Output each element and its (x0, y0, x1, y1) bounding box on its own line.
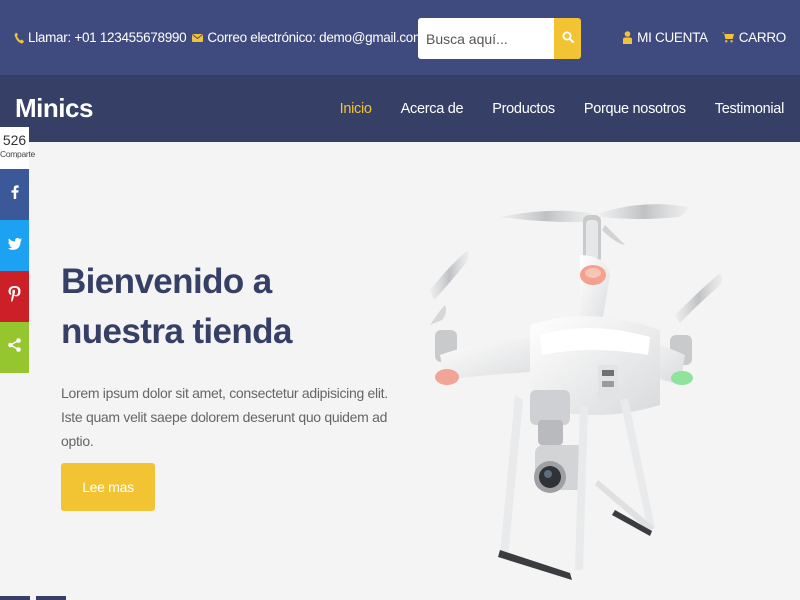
generic-share-button[interactable] (0, 322, 29, 373)
slider-indicators (0, 596, 70, 600)
nav-item-porque-nosotros[interactable]: Porque nosotros (584, 101, 686, 117)
phone-icon (14, 32, 24, 44)
nav-item-testimonial[interactable]: Testimonial (715, 101, 785, 117)
my-account-link[interactable]: MI CUENTA (623, 30, 708, 45)
email-text: Correo electrónico: demo@gmail.com (207, 30, 424, 45)
user-icon (623, 31, 633, 44)
cart-label: CARRO (738, 30, 787, 45)
search-icon (562, 31, 574, 46)
cart-icon (721, 32, 734, 43)
pinterest-share-button[interactable] (0, 271, 29, 322)
top-bar: Llamar: +01 123455678990 Correo electrón… (0, 0, 800, 75)
hero-title: Bienvenido a nuestra tienda (61, 262, 292, 351)
share-counter: 526 Comparte (0, 127, 35, 169)
nav-item-productos[interactable]: Productos (492, 101, 555, 117)
pinterest-icon (8, 286, 21, 307)
drone-image (420, 195, 750, 585)
facebook-icon (11, 185, 19, 204)
phone-text: Llamar: +01 123455678990 (28, 30, 187, 45)
slider-indicator[interactable] (36, 596, 66, 600)
share-count: 526 (2, 132, 27, 148)
twitter-share-button[interactable] (0, 220, 29, 271)
my-account-label: MI CUENTA (637, 30, 708, 45)
email-info[interactable]: Correo electrónico: demo@gmail.com (192, 30, 424, 45)
cart-link[interactable]: CARRO (721, 30, 787, 45)
twitter-icon (7, 237, 22, 255)
hero-description: Lorem ipsum dolor sit amet, consectetur … (61, 385, 388, 449)
search-bar (418, 18, 581, 59)
main-menu: Inicio Acerca de Productos Porque nosotr… (311, 75, 785, 142)
phone-info[interactable]: Llamar: +01 123455678990 (14, 30, 187, 45)
main-navbar: Minics Inicio Acerca de Productos Porque… (0, 75, 800, 142)
facebook-share-button[interactable] (0, 169, 29, 220)
share-icon (8, 338, 21, 357)
contact-info: Llamar: +01 123455678990 Correo electrón… (14, 0, 430, 75)
nav-item-acerca-de[interactable]: Acerca de (401, 101, 464, 117)
share-count-label: Comparte (0, 149, 35, 159)
envelope-icon (192, 33, 204, 43)
share-sidebar: 526 Comparte (0, 127, 35, 373)
search-button[interactable] (554, 18, 581, 59)
nav-item-inicio[interactable]: Inicio (340, 101, 372, 117)
read-more-button[interactable]: Lee mas (61, 463, 155, 511)
search-input[interactable] (418, 18, 554, 59)
slider-indicator[interactable] (0, 596, 30, 600)
account-links: MI CUENTA CARRO (609, 0, 786, 75)
